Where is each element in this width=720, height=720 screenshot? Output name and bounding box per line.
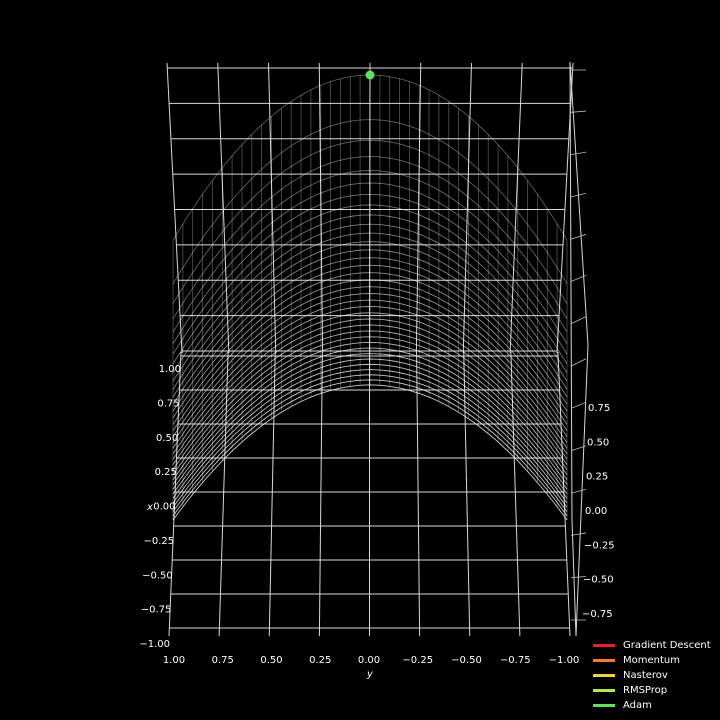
legend-label: Gradient Descent — [623, 640, 711, 651]
legend-item-adam: Adam — [593, 698, 718, 713]
grid-line — [509, 62, 523, 354]
x-tick-label: −0.50 — [142, 570, 173, 581]
z-tick-label: 0.50 — [587, 437, 609, 448]
y-tick-label: 0.50 — [260, 655, 282, 666]
grid-line — [217, 62, 230, 354]
legend-item-momentum: Momentum — [593, 653, 718, 668]
x-tick-label: −0.25 — [143, 536, 174, 547]
x-tick-label: 0.00 — [153, 502, 175, 513]
legend-swatch — [593, 659, 615, 662]
x-axis-title: x — [146, 502, 153, 513]
legend-label: RMSProp — [623, 685, 668, 696]
legend-swatch — [593, 689, 615, 692]
tick-labels: 1.00 0.75 0.50 0.25 0.00 −0.25 −0.50 −0.75 −1.00… — [139, 364, 614, 680]
legend-swatch — [593, 644, 615, 647]
grid-line — [570, 358, 587, 367]
y-tick-label: −0.50 — [451, 655, 482, 666]
z-tick-label: 0.00 — [585, 506, 607, 517]
y-axis-title: y — [366, 669, 374, 680]
grid-line — [570, 151, 587, 156]
z-tick-label: 0.25 — [586, 472, 608, 483]
y-tick-label: 0.25 — [309, 655, 331, 666]
legend-item-rmsprop: RMSProp — [593, 683, 718, 698]
z-tick-label: −0.25 — [584, 540, 615, 551]
legend: Gradient Descent Momentum Nasterov RMSPr… — [593, 638, 718, 713]
z-tick-label: −0.50 — [583, 575, 614, 586]
grid-line — [570, 233, 587, 240]
x-tick-label: 0.25 — [155, 467, 177, 478]
z-tick-label: 0.75 — [588, 403, 610, 414]
grid-line — [318, 351, 323, 637]
y-tick-label: 0.00 — [358, 655, 380, 666]
y-tick-label: −0.25 — [402, 655, 433, 666]
grid-line — [416, 351, 421, 637]
x-tick-label: 1.00 — [159, 364, 181, 375]
saddle-surface-plot: 1.00 0.75 0.50 0.25 0.00 −0.25 −0.50 −0.75 −1.00… — [139, 61, 615, 680]
x-tick-label: −1.00 — [139, 639, 170, 650]
x-tick-label: 0.50 — [156, 433, 178, 444]
optimizer-point — [365, 70, 375, 80]
legend-item-nasterov: Nasterov — [593, 668, 718, 683]
legend-label: Adam — [623, 700, 652, 711]
grid-line — [218, 351, 229, 637]
legend-label: Momentum — [623, 655, 680, 666]
x-tick-label: −0.75 — [141, 605, 172, 616]
y-tick-label: −1.00 — [549, 655, 580, 666]
z-tick-label: −0.75 — [582, 609, 613, 620]
legend-label: Nasterov — [623, 670, 668, 681]
legend-item-gradient-descent: Gradient Descent — [593, 638, 718, 653]
grid-line — [570, 532, 587, 536]
legend-swatch — [593, 704, 615, 707]
grid-line — [570, 316, 587, 325]
y-tick-label: −0.75 — [500, 655, 531, 666]
legend-swatch — [593, 674, 615, 677]
y-tick-label: 1.00 — [163, 655, 185, 666]
x-tick-label: 0.75 — [157, 398, 179, 409]
y-tick-label: 0.75 — [212, 655, 234, 666]
optimizer-markers — [365, 70, 375, 80]
grid-line — [166, 62, 183, 354]
grid-line — [570, 488, 587, 494]
grid-line — [570, 401, 587, 409]
